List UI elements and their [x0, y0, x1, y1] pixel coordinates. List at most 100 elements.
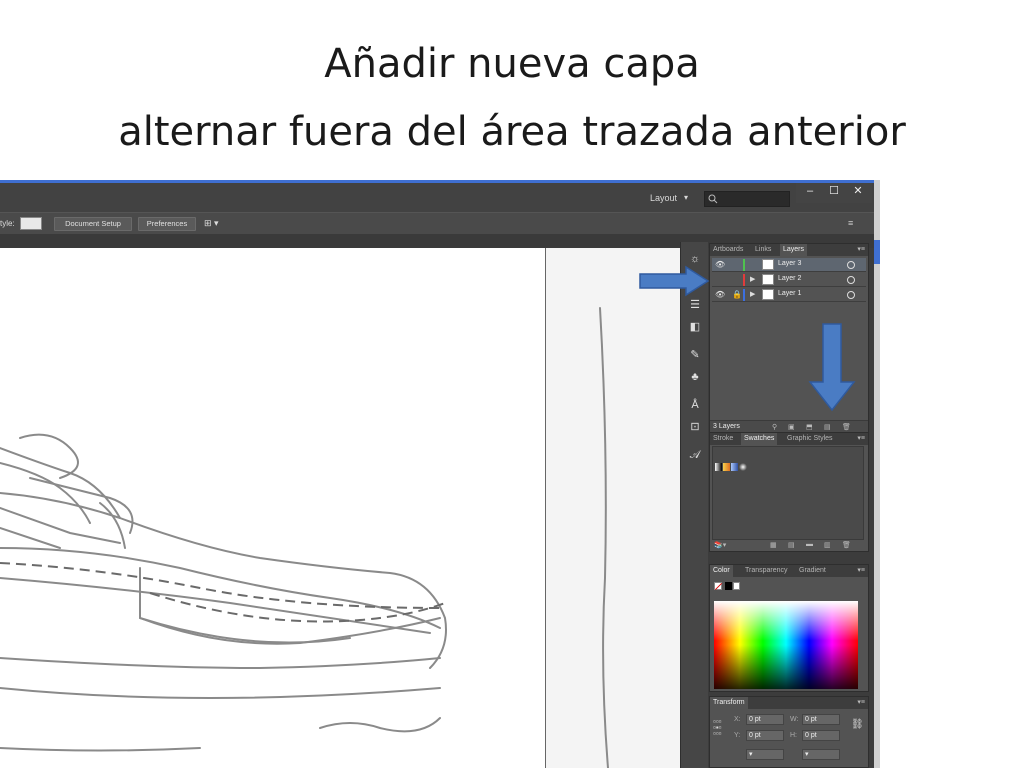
- new-swatch-icon[interactable]: ▥: [824, 541, 831, 549]
- arrange-documents-icon[interactable]: ⊞ ▾: [204, 218, 219, 229]
- trash-icon[interactable]: 🗑: [842, 541, 851, 549]
- close-button[interactable]: ✕: [846, 184, 870, 200]
- w-label: W:: [790, 716, 799, 723]
- artboard-canvas[interactable]: [0, 248, 680, 768]
- new-layer-icon[interactable]: ▤: [824, 423, 831, 431]
- layers-panel-footer: 3 Layers ⚲ ▣ ⬒ ▤ 🗑: [710, 420, 868, 432]
- layer-thumbnail: [762, 289, 774, 300]
- scrollbar[interactable]: [874, 240, 880, 264]
- swatch[interactable]: [715, 463, 722, 471]
- tab-transform[interactable]: Transform: [710, 697, 748, 709]
- layer-name[interactable]: Layer 1: [778, 290, 801, 297]
- character-styles-icon[interactable]: Å: [685, 396, 705, 414]
- app-title-bar: Layout ▾ – ☐ ✕: [0, 180, 880, 212]
- x-label: X:: [734, 716, 741, 723]
- panel-menu-icon[interactable]: ▾≡: [857, 244, 865, 256]
- tab-layers[interactable]: Layers: [780, 244, 808, 256]
- paragraph-styles-icon[interactable]: ⊡: [685, 418, 705, 436]
- layer-row[interactable]: ▶ Layer 2: [712, 273, 866, 287]
- workspace-switcher[interactable]: Layout: [650, 193, 677, 203]
- swatch[interactable]: [723, 463, 730, 471]
- target-icon[interactable]: [847, 291, 855, 299]
- slide-title-line-1: Añadir nueva capa: [324, 41, 700, 87]
- eye-icon[interactable]: 👁: [715, 290, 725, 299]
- layer-row[interactable]: 👁 Layer 3: [712, 258, 866, 272]
- h-field[interactable]: 0 pt: [802, 730, 840, 741]
- down-arrow-icon: [808, 323, 856, 412]
- expand-triangle-icon[interactable]: ▶: [750, 275, 755, 283]
- swatch-list[interactable]: [712, 446, 864, 540]
- white-swatch[interactable]: [733, 582, 740, 590]
- y-label: Y:: [734, 732, 741, 739]
- locate-object-icon[interactable]: ⚲: [772, 423, 777, 431]
- right-arrow-icon: [639, 265, 710, 297]
- layers-count: 3 Layers: [713, 423, 740, 430]
- layers-panel-tabs: Artboards Links Layers ▾≡: [710, 244, 868, 256]
- minimize-button[interactable]: –: [798, 184, 822, 200]
- trash-icon[interactable]: 🗑: [842, 423, 851, 431]
- new-sublayer-icon[interactable]: ⬒: [806, 423, 813, 431]
- tab-links[interactable]: Links: [752, 244, 774, 256]
- target-icon[interactable]: [847, 276, 855, 284]
- illustrator-window: Layout ▾ – ☐ ✕ tyle: Document Setup Pref…: [0, 180, 880, 768]
- layer-color-bar: [743, 289, 745, 301]
- align-tool-icon[interactable]: ☰: [685, 296, 705, 314]
- transform-panel-tabs: Transform ▾≡: [710, 697, 868, 709]
- target-icon[interactable]: [847, 261, 855, 269]
- tab-graphic-styles[interactable]: Graphic Styles: [784, 433, 836, 445]
- none-swatch[interactable]: [714, 582, 722, 590]
- document-setup-button[interactable]: Document Setup: [54, 217, 132, 231]
- x-field[interactable]: 0 pt: [746, 714, 784, 725]
- black-swatch[interactable]: [725, 582, 732, 590]
- layer-row[interactable]: 👁 🔒 ▶ Layer 1: [712, 288, 866, 302]
- layer-thumbnail: [762, 259, 774, 270]
- panel-menu-icon[interactable]: ≡: [848, 218, 853, 228]
- show-kinds-icon[interactable]: ▦: [770, 541, 777, 549]
- shoe-sketch: [0, 307, 609, 768]
- maximize-button[interactable]: ☐: [822, 184, 846, 200]
- color-panel: Color Transparency Gradient ▾≡: [709, 564, 869, 692]
- graphic-style-picker[interactable]: [20, 217, 42, 230]
- slide-title-line-2: alternar fuera del área trazada anterior: [118, 109, 906, 155]
- clipping-mask-icon[interactable]: ▣: [788, 423, 795, 431]
- tab-gradient[interactable]: Gradient: [796, 565, 829, 577]
- panel-menu-icon[interactable]: ▾≡: [857, 565, 865, 577]
- preferences-button[interactable]: Preferences: [138, 217, 196, 231]
- tab-color[interactable]: Color: [710, 565, 733, 577]
- swatch[interactable]: [739, 463, 747, 471]
- swatch-options-icon[interactable]: ▤: [788, 541, 795, 549]
- new-color-group-icon[interactable]: ▬: [806, 541, 813, 548]
- panel-menu-icon[interactable]: ▾≡: [857, 433, 865, 445]
- expand-triangle-icon[interactable]: ▶: [750, 290, 755, 298]
- panel-menu-icon[interactable]: ▾≡: [857, 697, 865, 709]
- pathfinder-tool-icon[interactable]: ◧: [685, 318, 705, 336]
- layer-name[interactable]: Layer 3: [778, 260, 801, 267]
- swatch[interactable]: [731, 463, 738, 471]
- control-bar: tyle: Document Setup Preferences ⊞ ▾ ≡: [0, 212, 874, 234]
- search-input[interactable]: [704, 191, 790, 207]
- swatch-libraries-icon[interactable]: 📚▾: [714, 541, 726, 549]
- tab-swatches[interactable]: Swatches: [741, 433, 778, 445]
- window-edge: [874, 180, 880, 768]
- search-icon: [708, 194, 718, 204]
- layer-name[interactable]: Layer 2: [778, 275, 801, 282]
- glyphs-icon[interactable]: 𝒜: [685, 446, 705, 464]
- h-label: H:: [790, 732, 797, 739]
- tab-transparency[interactable]: Transparency: [742, 565, 791, 577]
- eye-icon[interactable]: 👁: [715, 260, 725, 269]
- constrain-proportions-icon[interactable]: ⛓: [851, 719, 864, 730]
- rotate-field[interactable]: ▾: [746, 749, 784, 760]
- y-field[interactable]: 0 pt: [746, 730, 784, 741]
- lock-icon[interactable]: 🔒: [732, 290, 742, 299]
- tab-artboards[interactable]: Artboards: [710, 244, 746, 256]
- symbols-tool-icon[interactable]: ♣: [685, 368, 705, 386]
- swatches-panel-tabs: Stroke Swatches Graphic Styles ▾≡: [710, 433, 868, 445]
- swatches-panel: Stroke Swatches Graphic Styles ▾≡ 📚▾ ▦ ▤…: [709, 432, 869, 552]
- layer-thumbnail: [762, 274, 774, 285]
- w-field[interactable]: 0 pt: [802, 714, 840, 725]
- tab-stroke[interactable]: Stroke: [710, 433, 736, 445]
- shear-field[interactable]: ▾: [802, 749, 840, 760]
- color-spectrum[interactable]: [714, 601, 858, 689]
- brushes-tool-icon[interactable]: ✎: [685, 346, 705, 364]
- reference-point-icon[interactable]: ▫▫▫ ▫▪▫ ▫▫▫: [713, 718, 727, 738]
